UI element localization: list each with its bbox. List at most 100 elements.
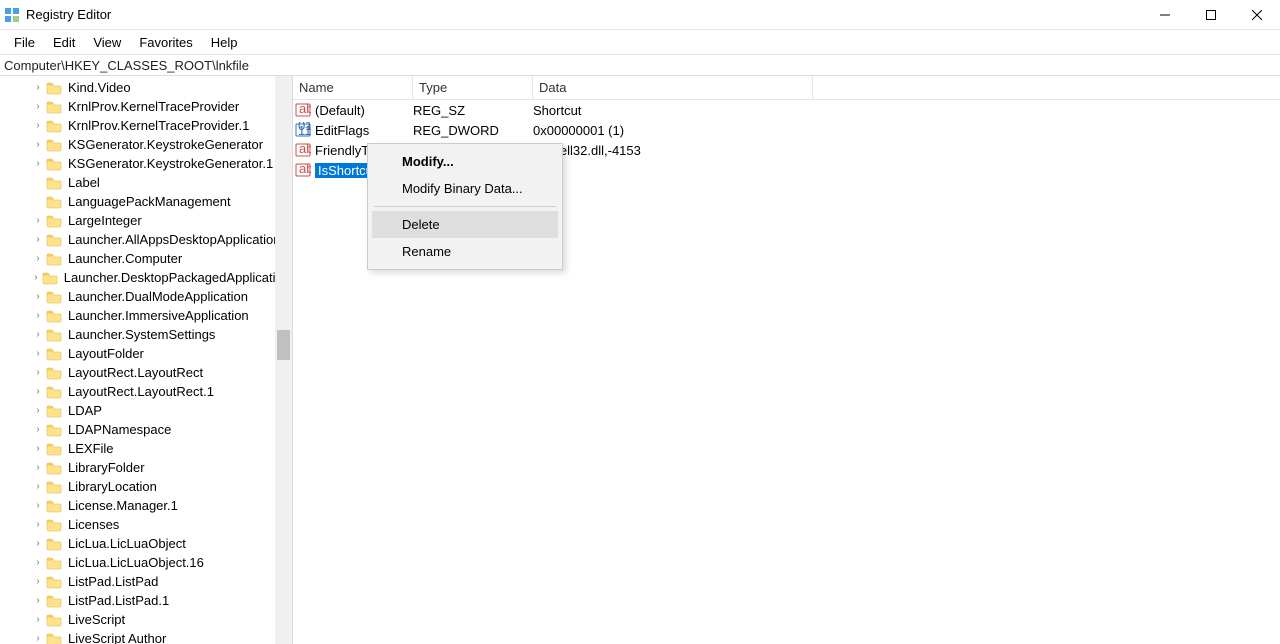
folder-icon xyxy=(46,81,62,95)
chevron-right-icon[interactable]: › xyxy=(32,595,44,606)
chevron-right-icon[interactable]: › xyxy=(32,120,44,131)
maximize-button[interactable] xyxy=(1188,0,1234,30)
tree-scroll-thumb[interactable] xyxy=(277,330,290,360)
chevron-right-icon[interactable]: › xyxy=(32,348,44,359)
tree-item[interactable]: › LayoutRect.LayoutRect.1 xyxy=(4,382,292,401)
column-data[interactable]: Data xyxy=(533,76,813,99)
chevron-right-icon[interactable]: › xyxy=(32,234,44,245)
menu-favorites[interactable]: Favorites xyxy=(131,33,200,52)
column-name[interactable]: Name xyxy=(293,76,413,99)
tree-item[interactable]: ›LibraryFolder xyxy=(4,458,292,477)
chevron-right-icon[interactable]: › xyxy=(32,253,44,264)
chevron-right-icon[interactable]: › xyxy=(32,443,44,454)
chevron-right-icon[interactable]: › xyxy=(32,557,44,568)
folder-icon xyxy=(46,518,62,532)
tree-item[interactable]: ›Launcher.DualModeApplication xyxy=(4,287,292,306)
folder-icon xyxy=(46,309,62,323)
chevron-right-icon[interactable]: › xyxy=(32,538,44,549)
chevron-right-icon[interactable]: › xyxy=(32,158,44,169)
value-row[interactable]: 011110EditFlagsREG_DWORD0x00000001 (1) xyxy=(293,120,1280,140)
tree-item[interactable]: ›LEXFile xyxy=(4,439,292,458)
chevron-right-icon[interactable]: › xyxy=(32,462,44,473)
chevron-right-icon[interactable]: › xyxy=(32,614,44,625)
chevron-right-icon[interactable]: › xyxy=(32,272,40,283)
tree-item[interactable]: ›Launcher.SystemSettings xyxy=(4,325,292,344)
svg-text:110: 110 xyxy=(298,123,311,138)
ctx-delete[interactable]: Delete xyxy=(372,211,558,238)
value-data: Shortcut xyxy=(533,103,581,118)
menu-help[interactable]: Help xyxy=(203,33,246,52)
ctx-modify-binary[interactable]: Modify Binary Data... xyxy=(372,175,558,202)
tree-item[interactable]: ›ListPad.ListPad.1 xyxy=(4,591,292,610)
tree-item[interactable]: › LDAPNamespace xyxy=(4,420,292,439)
folder-icon xyxy=(46,347,62,361)
tree-item-label: LayoutRect.LayoutRect.1 xyxy=(66,384,216,399)
chevron-right-icon[interactable]: › xyxy=(32,139,44,150)
chevron-right-icon[interactable]: › xyxy=(32,101,44,112)
value-row[interactable]: ab(Default)REG_SZShortcut xyxy=(293,100,1280,120)
value-type: REG_SZ xyxy=(413,103,533,118)
folder-icon xyxy=(46,442,62,456)
tree-item[interactable]: ›Launcher.AllAppsDesktopApplication xyxy=(4,230,292,249)
chevron-right-icon[interactable]: › xyxy=(32,519,44,530)
tree-scrollbar[interactable] xyxy=(275,76,292,644)
menu-file[interactable]: File xyxy=(6,33,43,52)
folder-icon xyxy=(46,100,62,114)
tree-item[interactable]: ›License.Manager.1 xyxy=(4,496,292,515)
column-type[interactable]: Type xyxy=(413,76,533,99)
close-button[interactable] xyxy=(1234,0,1280,30)
value-type-icon: ab xyxy=(295,102,311,118)
minimize-button[interactable] xyxy=(1142,0,1188,30)
tree-item[interactable]: ›Launcher.DesktopPackagedApplication xyxy=(4,268,292,287)
chevron-right-icon[interactable]: › xyxy=(32,576,44,587)
app-icon xyxy=(4,7,20,23)
chevron-right-icon[interactable]: › xyxy=(32,291,44,302)
chevron-right-icon[interactable]: › xyxy=(32,386,44,397)
chevron-right-icon[interactable]: › xyxy=(32,500,44,511)
tree-item[interactable]: ›LargeInteger xyxy=(4,211,292,230)
tree-item-label: KrnlProv.KernelTraceProvider.1 xyxy=(66,118,251,133)
ctx-modify[interactable]: Modify... xyxy=(372,148,558,175)
chevron-right-icon[interactable]: › xyxy=(32,367,44,378)
tree-item-label: LanguagePackManagement xyxy=(66,194,233,209)
menu-edit[interactable]: Edit xyxy=(45,33,83,52)
folder-icon xyxy=(46,157,62,171)
tree-item[interactable]: ›Kind.Video xyxy=(4,78,292,97)
chevron-right-icon[interactable]: › xyxy=(32,481,44,492)
tree-item[interactable]: ›Licenses xyxy=(4,515,292,534)
tree-item[interactable]: › KrnlProv.KernelTraceProvider.1 xyxy=(4,116,292,135)
chevron-right-icon[interactable]: › xyxy=(32,424,44,435)
value-type-icon: 011110 xyxy=(295,122,311,138)
folder-icon xyxy=(46,214,62,228)
tree-item[interactable]: ›LicLua.LicLuaObject.16 xyxy=(4,553,292,572)
tree-item[interactable]: › LicLua.LicLuaObject xyxy=(4,534,292,553)
tree-item-label: Label xyxy=(66,175,102,190)
tree-item-label: LDAPNamespace xyxy=(66,422,173,437)
chevron-right-icon[interactable]: › xyxy=(32,405,44,416)
tree-item[interactable]: ›LayoutRect.LayoutRect xyxy=(4,363,292,382)
chevron-right-icon[interactable]: › xyxy=(32,329,44,340)
chevron-right-icon[interactable]: › xyxy=(32,215,44,226)
tree-item[interactable]: ›LiveScript Author xyxy=(4,629,292,644)
chevron-right-icon[interactable]: › xyxy=(32,82,44,93)
chevron-right-icon[interactable]: › xyxy=(32,633,44,644)
svg-text:ab: ab xyxy=(299,102,311,116)
address-bar[interactable]: Computer\HKEY_CLASSES_ROOT\lnkfile xyxy=(0,54,1280,76)
tree-item[interactable]: ›KSGenerator.KeystrokeGenerator xyxy=(4,135,292,154)
chevron-right-icon[interactable]: › xyxy=(32,310,44,321)
tree-item-label: LicLua.LicLuaObject xyxy=(66,536,188,551)
tree-item[interactable]: ›Label xyxy=(4,173,292,192)
tree-item[interactable]: ›LayoutFolder xyxy=(4,344,292,363)
tree-item[interactable]: ›LDAP xyxy=(4,401,292,420)
tree-item[interactable]: ›Launcher.Computer xyxy=(4,249,292,268)
tree-item[interactable]: ›KSGenerator.KeystrokeGenerator.1 xyxy=(4,154,292,173)
menu-view[interactable]: View xyxy=(85,33,129,52)
tree-item[interactable]: ›ListPad.ListPad xyxy=(4,572,292,591)
ctx-rename[interactable]: Rename xyxy=(372,238,558,265)
tree-item[interactable]: ›LiveScript xyxy=(4,610,292,629)
tree-item[interactable]: ›Launcher.ImmersiveApplication xyxy=(4,306,292,325)
key-tree[interactable]: ›Kind.Video›KrnlProv.KernelTraceProvider… xyxy=(0,76,293,644)
tree-item[interactable]: ›LanguagePackManagement xyxy=(4,192,292,211)
tree-item[interactable]: ›LibraryLocation xyxy=(4,477,292,496)
tree-item[interactable]: ›KrnlProv.KernelTraceProvider xyxy=(4,97,292,116)
